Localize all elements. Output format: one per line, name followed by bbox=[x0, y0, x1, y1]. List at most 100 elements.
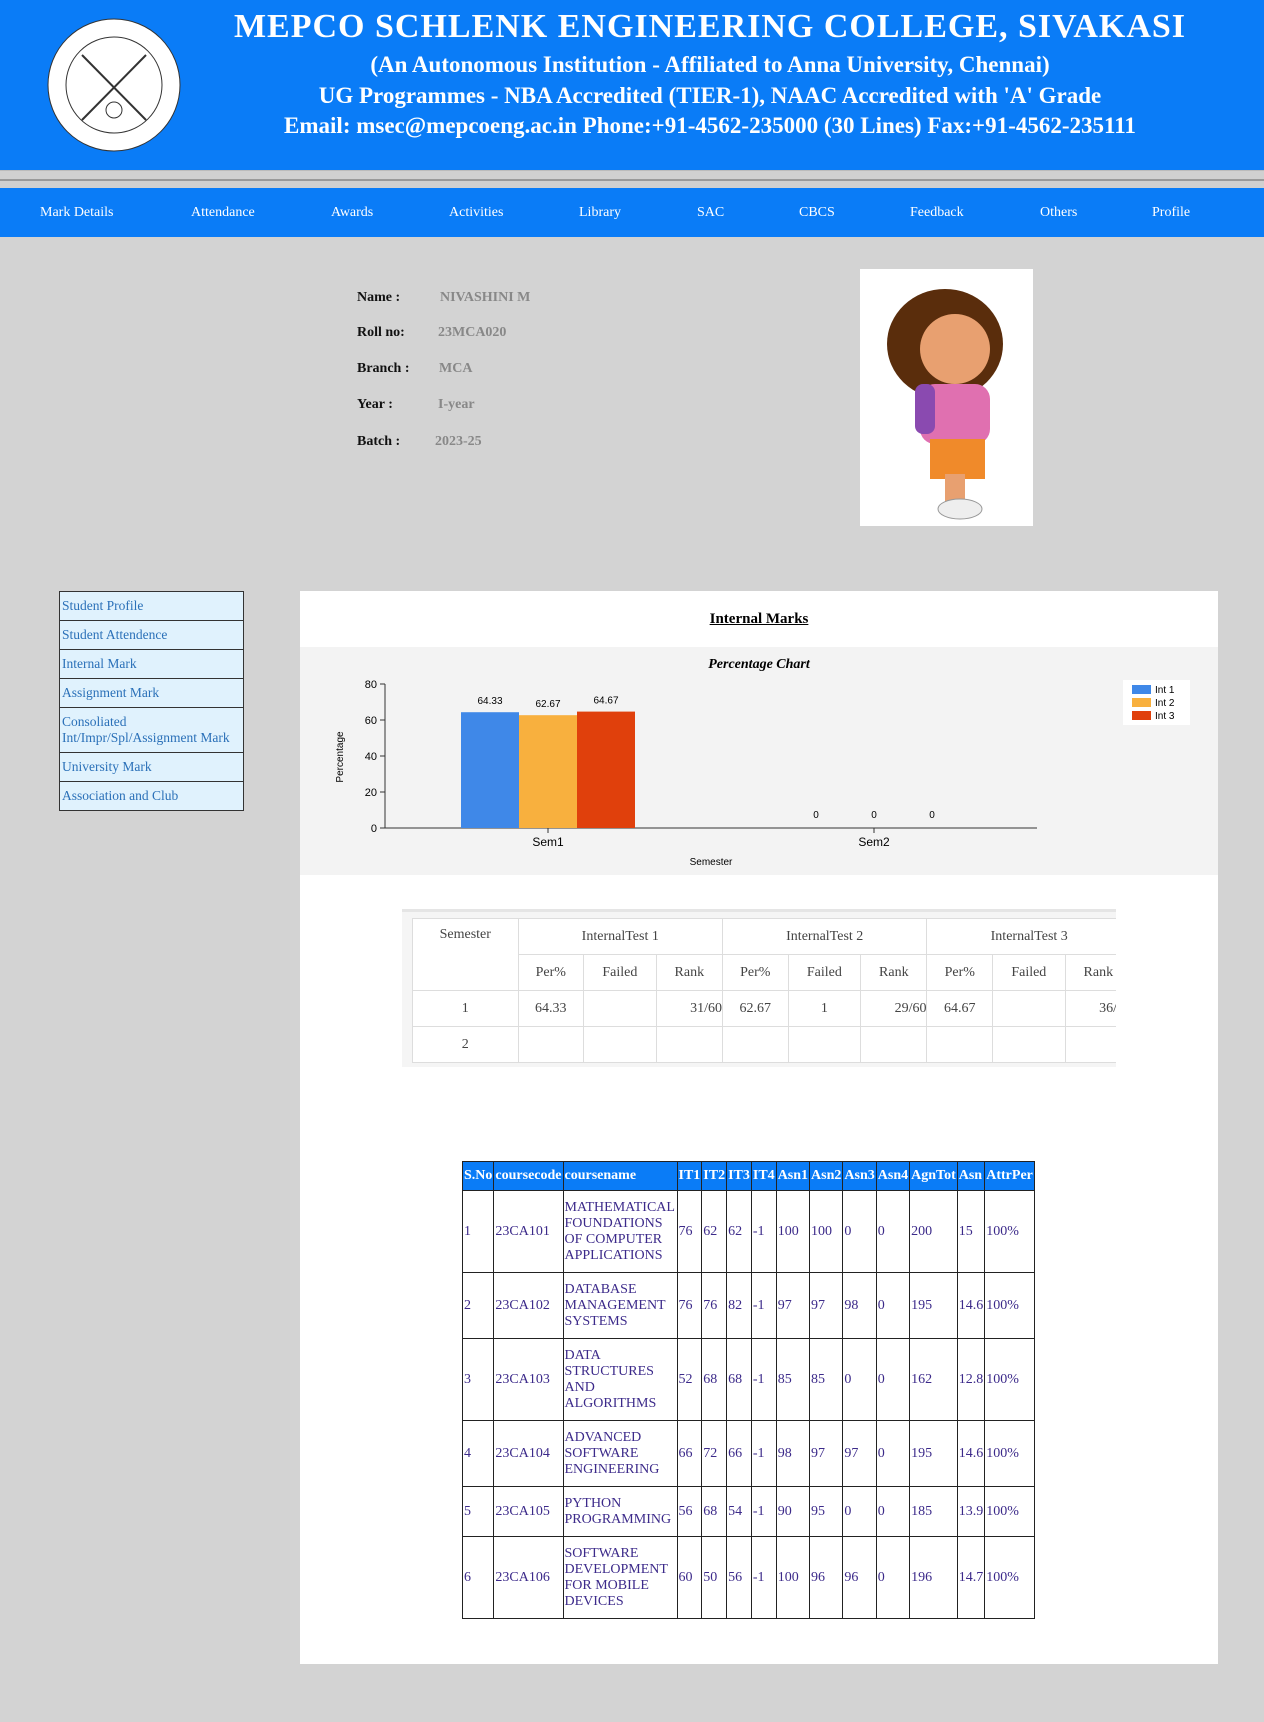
table-cell: 76 bbox=[676, 1190, 703, 1273]
side-association-club[interactable]: Association and Club bbox=[60, 782, 243, 810]
table-cell: 5 bbox=[461, 1486, 495, 1537]
nav-feedback[interactable]: Feedback bbox=[910, 205, 964, 221]
table-cell bbox=[583, 1026, 657, 1063]
table-cell: 82 bbox=[726, 1272, 752, 1339]
side-assignment-mark[interactable]: Assignment Mark bbox=[60, 679, 243, 708]
side-university-mark[interactable]: University Mark bbox=[60, 753, 243, 782]
table-cell: 72 bbox=[701, 1420, 728, 1487]
table-cell: 100% bbox=[984, 1420, 1035, 1487]
table-cell: 62 bbox=[726, 1190, 752, 1273]
table-cell: 0 bbox=[875, 1536, 911, 1619]
table-row: 3 23CA103 DATA STRUCTURES AND ALGORITHMS 52… bbox=[461, 1338, 1035, 1421]
legend-swatch bbox=[1132, 711, 1151, 720]
table-row: 2 bbox=[412, 1026, 1116, 1063]
table-cell: DATABASE MANAGEMENT SYSTEMS bbox=[562, 1272, 678, 1339]
table-cell: 31/60 bbox=[655, 990, 724, 1027]
sub-header: Failed bbox=[787, 954, 862, 991]
column-header: Asn3 bbox=[842, 1161, 877, 1191]
sem-header: Semester bbox=[412, 918, 519, 991]
side-menu: Student Profile Student Attendence Inter… bbox=[59, 591, 244, 811]
sub-header: Per% bbox=[722, 954, 789, 991]
divider bbox=[0, 170, 1264, 188]
column-header: Asn1 bbox=[775, 1161, 811, 1191]
table-cell: 56 bbox=[676, 1486, 703, 1537]
column-header: AttrPer bbox=[984, 1161, 1035, 1191]
internal-marks-panel: Internal Marks Percentage Chart 0 20 40 60 80… bbox=[300, 591, 1218, 1664]
table-cell: MATHEMATICAL FOUNDATIONS OF COMPUTER APP… bbox=[562, 1190, 678, 1273]
table-row: 5 23CA105 PYTHON PROGRAMMING 56 68 54 -1 90 95 0 0… bbox=[461, 1486, 1035, 1537]
column-header: S.No bbox=[461, 1161, 495, 1191]
table-cell: 100% bbox=[984, 1272, 1035, 1339]
legend-swatch bbox=[1132, 685, 1151, 694]
name-value: NIVASHINI M bbox=[440, 290, 531, 305]
table-row: 1 23CA101 MATHEMATICAL FOUNDATIONS OF COMP… bbox=[461, 1190, 1035, 1273]
side-student-profile[interactable]: Student Profile bbox=[60, 592, 243, 621]
branch-value: MCA bbox=[439, 361, 473, 376]
nav-others[interactable]: Others bbox=[1040, 205, 1077, 221]
table-cell: 1 bbox=[412, 990, 519, 1027]
table-cell: 52 bbox=[676, 1338, 703, 1421]
data-label: 64.67 bbox=[593, 696, 618, 707]
nav-profile[interactable]: Profile bbox=[1152, 205, 1190, 221]
data-label: 0 bbox=[871, 810, 877, 821]
table-cell bbox=[787, 1026, 862, 1063]
x-tick-label: Sem1 bbox=[532, 835, 564, 849]
roll-value: 23MCA020 bbox=[438, 325, 507, 340]
table-cell: 97 bbox=[775, 1272, 811, 1339]
table-cell: 23CA101 bbox=[493, 1190, 564, 1273]
table-cell: 100% bbox=[984, 1338, 1035, 1421]
table-row: 4 23CA104 ADVANCED SOFTWARE ENGINEERING 66 7… bbox=[461, 1420, 1035, 1487]
nav-awards[interactable]: Awards bbox=[331, 205, 373, 221]
table-cell: 0 bbox=[842, 1338, 877, 1421]
table-cell: -1 bbox=[750, 1272, 777, 1339]
table-cell: 1 bbox=[461, 1190, 495, 1273]
table-cell bbox=[1064, 1026, 1116, 1063]
sub-header: Failed bbox=[583, 954, 657, 991]
table-cell: SOFTWARE DEVELOPMENT FOR MOBILE DEVICES bbox=[562, 1536, 678, 1619]
column-header: AgnTot bbox=[909, 1161, 958, 1191]
nav-activities[interactable]: Activities bbox=[449, 205, 503, 221]
table-cell: -1 bbox=[750, 1420, 777, 1487]
marks-table: S.No coursecode coursename IT1 IT2 IT3 IT4 Asn1… bbox=[461, 1161, 1035, 1619]
legend-label: Int 3 bbox=[1155, 711, 1175, 722]
table-cell: 97 bbox=[809, 1272, 844, 1339]
bar-int3 bbox=[577, 711, 635, 828]
y-tick-label: 60 bbox=[365, 715, 377, 727]
nav-mark-details[interactable]: Mark Details bbox=[40, 205, 113, 221]
it2-header: InternalTest 2 bbox=[721, 918, 928, 955]
side-internal-mark[interactable]: Internal Mark bbox=[60, 650, 243, 679]
table-row: 6 23CA106 SOFTWARE DEVELOPMENT FOR MOBILE … bbox=[461, 1536, 1035, 1619]
semester-summary-table: Semester InternalTest 1 InternalTest 2 I… bbox=[402, 909, 1116, 1067]
table-cell: 97 bbox=[842, 1420, 877, 1487]
sub-header: Rank bbox=[860, 954, 928, 991]
nav-sac[interactable]: SAC bbox=[697, 205, 724, 221]
table-cell: 12.8 bbox=[956, 1338, 986, 1421]
sub-header: Rank bbox=[1064, 954, 1116, 991]
table-cell: 1 bbox=[787, 990, 862, 1027]
nav-cbcs[interactable]: CBCS bbox=[799, 205, 835, 221]
table-cell: 14.6 bbox=[956, 1272, 986, 1339]
main-nav: Mark Details Attendance Awards Activitie… bbox=[0, 188, 1264, 237]
column-header: coursecode bbox=[493, 1161, 564, 1191]
college-name: MEPCO SCHLENK ENGINEERING COLLEGE, SIVAK… bbox=[233, 8, 1187, 45]
table-cell: 62 bbox=[701, 1190, 728, 1273]
table-cell: 13.9 bbox=[956, 1486, 986, 1537]
side-consolidated-mark[interactable]: Consoliated Int/Impr/Spl/Assignment Mark bbox=[60, 708, 243, 753]
table-cell: 23CA103 bbox=[493, 1338, 564, 1421]
table-cell bbox=[583, 990, 657, 1027]
table-cell: DATA STRUCTURES AND ALGORITHMS bbox=[562, 1338, 678, 1421]
nav-attendance[interactable]: Attendance bbox=[191, 205, 255, 221]
data-label: 0 bbox=[813, 810, 819, 821]
nav-library[interactable]: Library bbox=[579, 205, 621, 221]
table-cell: 98 bbox=[775, 1420, 811, 1487]
table-cell: 0 bbox=[875, 1420, 911, 1487]
student-photo bbox=[860, 269, 1033, 526]
table-cell: 185 bbox=[909, 1486, 958, 1537]
table-cell: 0 bbox=[875, 1486, 911, 1537]
header-accreditation: UG Programmes - NBA Accredited (TIER-1),… bbox=[318, 83, 1102, 108]
side-student-attendance[interactable]: Student Attendence bbox=[60, 621, 243, 650]
table-cell: ADVANCED SOFTWARE ENGINEERING bbox=[562, 1420, 678, 1487]
table-cell: 23CA104 bbox=[493, 1420, 564, 1487]
table-cell: 4 bbox=[461, 1420, 495, 1487]
table-cell bbox=[860, 1026, 928, 1063]
